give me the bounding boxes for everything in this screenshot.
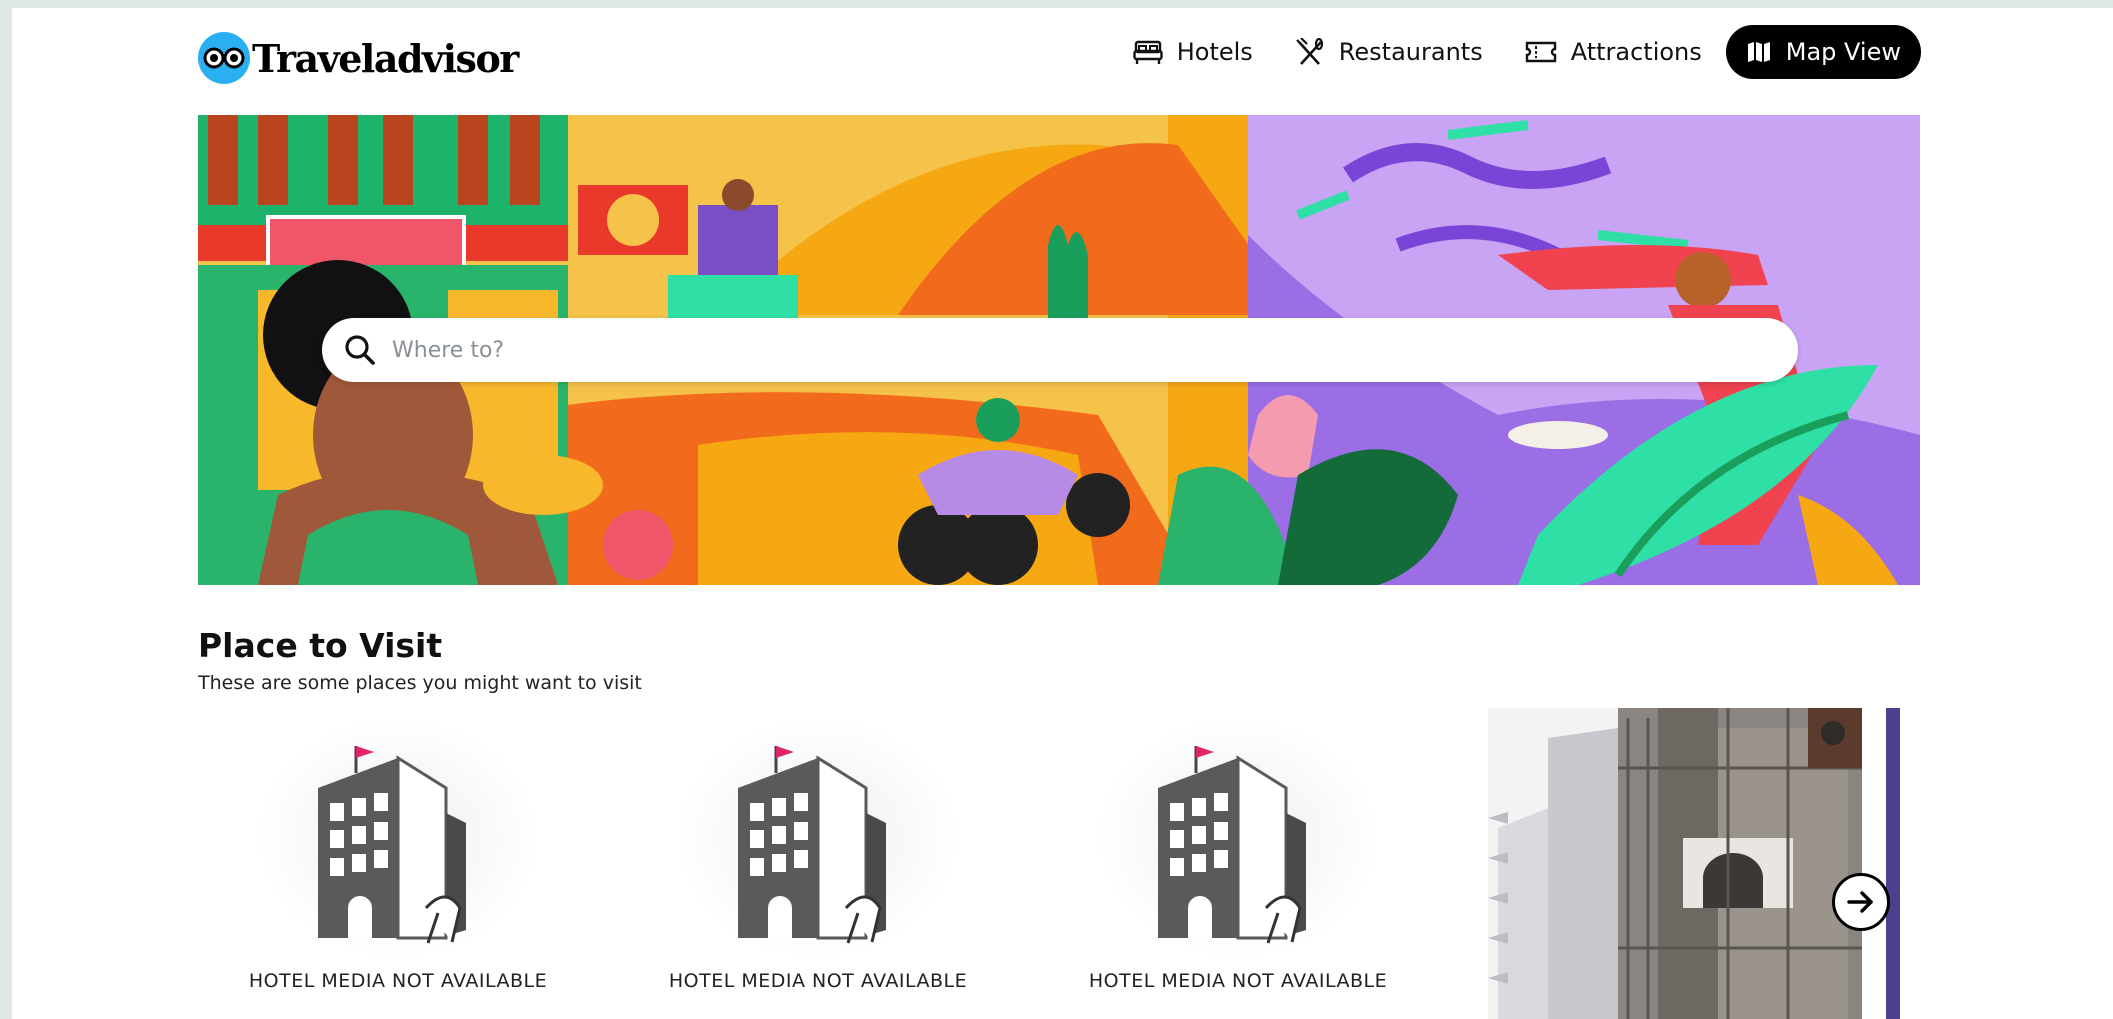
search-bar[interactable] xyxy=(322,318,1798,382)
nav-menu: Hotels Restaurants Attractions Map View xyxy=(1091,24,1921,80)
owl-eyes-icon xyxy=(198,32,250,84)
card-caption: HOTEL MEDIA NOT AVAILABLE xyxy=(668,970,968,992)
section-title: Place to Visit xyxy=(198,626,443,665)
map-icon xyxy=(1747,42,1770,62)
section-subtitle: These are some places you might want to … xyxy=(198,672,642,694)
utensils-icon xyxy=(1296,38,1323,65)
place-photo[interactable] xyxy=(1488,708,1862,1019)
hero-banner xyxy=(198,115,1920,585)
place-card[interactable]: HOTEL MEDIA NOT AVAILABLE xyxy=(618,708,1018,1019)
search-icon xyxy=(345,335,375,365)
nav-restaurants[interactable]: Restaurants xyxy=(1295,38,1483,66)
carousel-next-button[interactable] xyxy=(1832,873,1890,931)
hotel-building-icon xyxy=(1098,718,1378,958)
search-input[interactable] xyxy=(392,337,1692,363)
nav-hotels[interactable]: Hotels xyxy=(1133,38,1253,66)
logo-text: Traveladvisor xyxy=(252,35,519,81)
map-view-label: Map View xyxy=(1785,38,1901,66)
arrow-right-icon xyxy=(1847,891,1873,913)
nav-attractions-label: Attractions xyxy=(1570,38,1702,66)
logo[interactable]: Traveladvisor xyxy=(198,28,519,88)
ticket-icon xyxy=(1525,41,1556,63)
place-card[interactable]: HOTEL MEDIA NOT AVAILABLE xyxy=(198,708,598,1019)
bed-icon xyxy=(1133,40,1163,64)
nav-hotels-label: Hotels xyxy=(1176,38,1253,66)
hotel-building-icon xyxy=(258,718,538,958)
top-nav: Traveladvisor Hotels Restaurants Attract… xyxy=(12,8,2113,108)
map-view-button[interactable]: Map View xyxy=(1725,25,1921,79)
place-card[interactable]: HOTEL MEDIA NOT AVAILABLE xyxy=(1038,708,1438,1019)
temple-photo xyxy=(1488,708,1862,1019)
card-caption: HOTEL MEDIA NOT AVAILABLE xyxy=(248,970,548,992)
nav-restaurants-label: Restaurants xyxy=(1338,38,1483,66)
next-card-edge xyxy=(1886,708,1900,1019)
places-carousel: HOTEL MEDIA NOT AVAILABLE HOTEL MEDIA NO… xyxy=(198,708,1920,1019)
nav-attractions[interactable]: Attractions xyxy=(1525,38,1702,66)
hotel-building-icon xyxy=(678,718,958,958)
card-caption: HOTEL MEDIA NOT AVAILABLE xyxy=(1088,970,1388,992)
page: Traveladvisor Hotels Restaurants Attract… xyxy=(12,8,2113,1019)
